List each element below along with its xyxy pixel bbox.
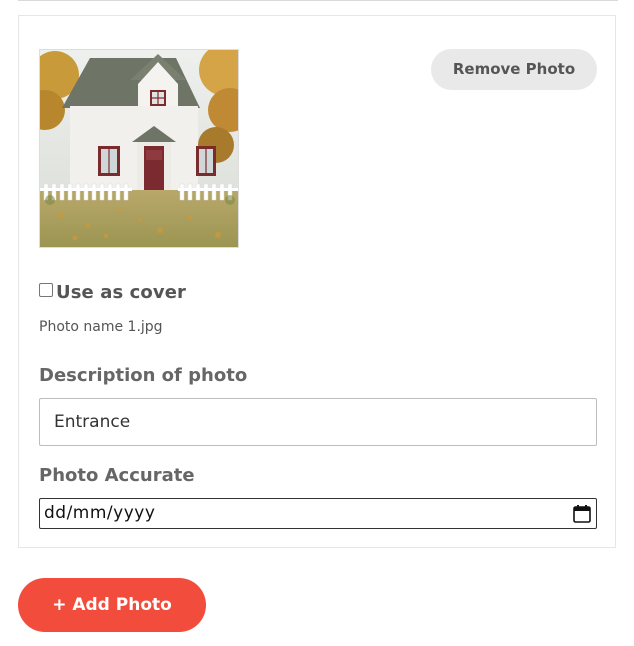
photo-date-label: Photo Accurate <box>39 465 195 486</box>
photo-file-name: Photo name 1.jpg <box>39 319 163 335</box>
calendar-icon[interactable] <box>573 504 591 523</box>
use-as-cover-label[interactable]: Use as cover <box>56 282 186 303</box>
photo-card: Remove Photo Use as cover Photo name 1.j… <box>18 15 616 548</box>
description-label: Description of photo <box>39 365 248 386</box>
house-photo-image <box>40 50 238 247</box>
description-input[interactable]: Entrance <box>39 398 597 446</box>
use-as-cover-checkbox[interactable] <box>39 283 53 297</box>
date-placeholder: dd/mm/yyyy <box>44 503 156 523</box>
photo-date-input[interactable]: dd/mm/yyyy <box>39 498 597 529</box>
photo-thumbnail <box>39 49 239 248</box>
top-divider <box>18 0 618 1</box>
add-photo-button[interactable]: + Add Photo <box>18 578 206 632</box>
remove-photo-button[interactable]: Remove Photo <box>431 49 597 90</box>
use-as-cover-row: Use as cover <box>39 280 186 304</box>
